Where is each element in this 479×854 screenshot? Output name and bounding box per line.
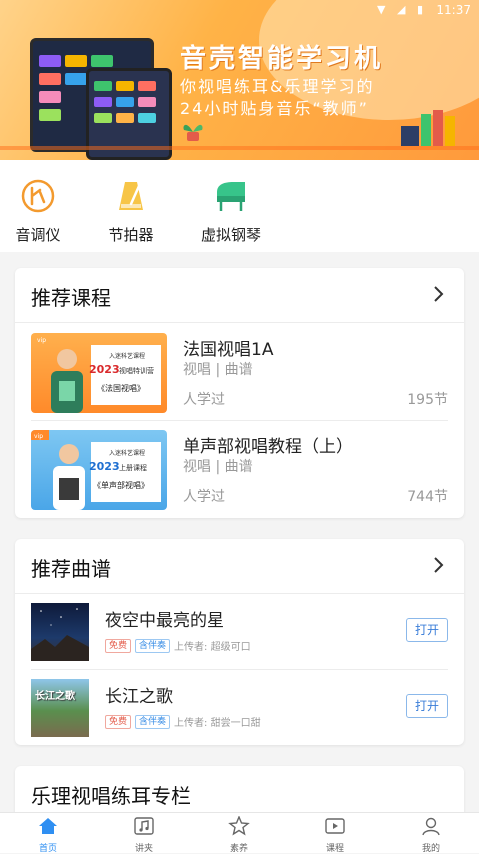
chevron-right-icon[interactable]	[428, 555, 448, 575]
open-score-button[interactable]: 打开	[406, 694, 448, 718]
status-bar: ▼ ◢ ▮ 11:37	[0, 0, 479, 20]
play-icon	[325, 818, 345, 834]
course-learners: 人学过	[183, 489, 225, 505]
thumb-year: 2023	[89, 460, 120, 473]
svg-text:vip: vip	[37, 337, 46, 344]
thumb-year: 2023	[89, 363, 120, 376]
score-name: 长江之歌	[105, 687, 173, 707]
tool-virtual-piano[interactable]: 虚拟钢琴	[186, 178, 276, 245]
course-learners: 人学过	[183, 392, 225, 408]
course-name: 单声部视唱教程（上）	[183, 437, 353, 457]
courses-header[interactable]: 推荐课程	[15, 268, 464, 323]
score-uploader: 上传者: 超级可口	[174, 642, 251, 653]
tab-label: 课程	[325, 844, 344, 854]
tab-profile[interactable]: 我的	[401, 816, 461, 854]
thumb-subtitle: 上册课程	[119, 464, 147, 472]
thumb-subtitle: 视唱特训营	[119, 367, 154, 375]
accompaniment-badge: 含伴奏	[135, 714, 171, 729]
score-thumbnail	[31, 603, 89, 661]
thumb-title: 《单声部视唱》	[93, 481, 149, 490]
recommended-courses-card: 推荐课程 vip 入迷科艺课程 2023 视唱特训营 《法国视唱》 法国视唱1A…	[15, 268, 464, 518]
thumb-title: 《法国视唱》	[97, 384, 145, 393]
score-meta: 免费 含伴奏 上传者: 甜尝一口甜	[105, 714, 261, 729]
course-tags: 视唱 | 曲谱	[183, 459, 253, 475]
banner-subtitle-line2: 24小时贴身音乐“教师”	[180, 99, 369, 118]
tab-label: 首页	[38, 844, 57, 854]
course-thumbnail: vip 入迷科艺课程 2023 视唱特训营 《法国视唱》	[31, 333, 167, 413]
free-badge: 免费	[105, 638, 132, 653]
tab-courses[interactable]: 课程	[305, 816, 365, 854]
course-lesson-count: 744节	[407, 489, 448, 505]
tool-tuner[interactable]: 音调仪	[0, 178, 83, 245]
column-title: 乐理视唱练耳专栏	[31, 784, 191, 808]
tool-label: 音调仪	[15, 226, 61, 244]
score-uploader: 上传者: 甜尝一口甜	[174, 718, 261, 729]
tool-metronome[interactable]: 节拍器	[86, 178, 176, 245]
course-item[interactable]: vip 入迷科艺课程 2023 视唱特训营 《法国视唱》 法国视唱1A 视唱 |…	[15, 323, 464, 420]
user-icon	[422, 817, 440, 836]
tab-label: 我的	[421, 844, 440, 854]
tab-lectures[interactable]: 讲夹	[114, 816, 174, 854]
courses-title: 推荐课程	[31, 286, 111, 310]
tab-label: 素养	[229, 844, 248, 854]
banner-title: 音壳智能学习机	[180, 44, 384, 74]
scores-header[interactable]: 推荐曲谱	[15, 539, 464, 594]
svg-text:vip: vip	[34, 433, 43, 440]
tab-literacy[interactable]: 素养	[209, 815, 269, 854]
course-item[interactable]: vip 入迷科艺课程 2023 上册课程 《单声部视唱》 单声部视唱教程（上） …	[15, 420, 464, 517]
banner-subtitle: 你视唱练耳&乐理学习的 24小时贴身音乐“教师”	[180, 76, 374, 120]
tuner-icon	[21, 179, 55, 213]
piano-icon	[217, 182, 245, 211]
thumb-caption: 长江之歌	[35, 691, 75, 702]
night-sky-image	[31, 608, 89, 661]
thumb-header: 入迷科艺课程	[108, 450, 145, 457]
score-meta: 免费 含伴奏 上传者: 超级可口	[105, 638, 251, 653]
tab-label: 讲夹	[134, 844, 153, 854]
score-item[interactable]: 长江之歌 长江之歌 免费 含伴奏 上传者: 甜尝一口甜 打开	[15, 670, 464, 746]
thumb-header: 入迷科艺课程	[108, 353, 145, 360]
open-score-button[interactable]: 打开	[406, 618, 448, 642]
status-time: 11:37	[436, 3, 471, 17]
metronome-icon	[119, 182, 143, 210]
banner-stripe	[0, 146, 479, 150]
score-thumbnail: 长江之歌	[31, 679, 89, 737]
books-icon	[401, 110, 455, 146]
score-item[interactable]: 夜空中最亮的星 免费 含伴奏 上传者: 超级可口 打开	[15, 594, 464, 670]
music-note-icon	[134, 817, 154, 835]
banner-subtitle-line1: 你视唱练耳&乐理学习的	[180, 77, 375, 96]
course-name: 法国视唱1A	[183, 340, 274, 360]
star-icon	[228, 815, 250, 836]
scores-title: 推荐曲谱	[31, 557, 111, 581]
bottom-tab-bar: 首页 讲夹 素养 课程 我的	[0, 812, 479, 854]
chevron-right-icon[interactable]	[428, 284, 448, 304]
promo-banner[interactable]: 音壳智能学习机 你视唱练耳&乐理学习的 24小时贴身音乐“教师”	[0, 0, 479, 160]
tool-label: 虚拟钢琴	[200, 226, 261, 244]
course-thumbnail: vip 入迷科艺课程 2023 上册课程 《单声部视唱》	[31, 430, 167, 510]
tab-home[interactable]: 首页	[18, 816, 78, 854]
recommended-scores-card: 推荐曲谱 夜空中最亮的星 免费 含伴奏 上传者: 超级可口 打开 长江之歌 长江…	[15, 539, 464, 745]
accompaniment-badge: 含伴奏	[135, 638, 171, 653]
home-icon	[39, 818, 57, 834]
tool-label: 节拍器	[108, 226, 154, 244]
score-name: 夜空中最亮的星	[105, 611, 224, 631]
plant-icon	[183, 124, 203, 141]
tools-row: 音调仪 节拍器 虚拟钢琴	[0, 160, 479, 252]
status-icons: ▼ ◢ ▮	[377, 3, 427, 16]
free-badge: 免费	[105, 714, 132, 729]
course-lesson-count: 195节	[407, 392, 448, 408]
course-tags: 视唱 | 曲谱	[183, 362, 253, 378]
